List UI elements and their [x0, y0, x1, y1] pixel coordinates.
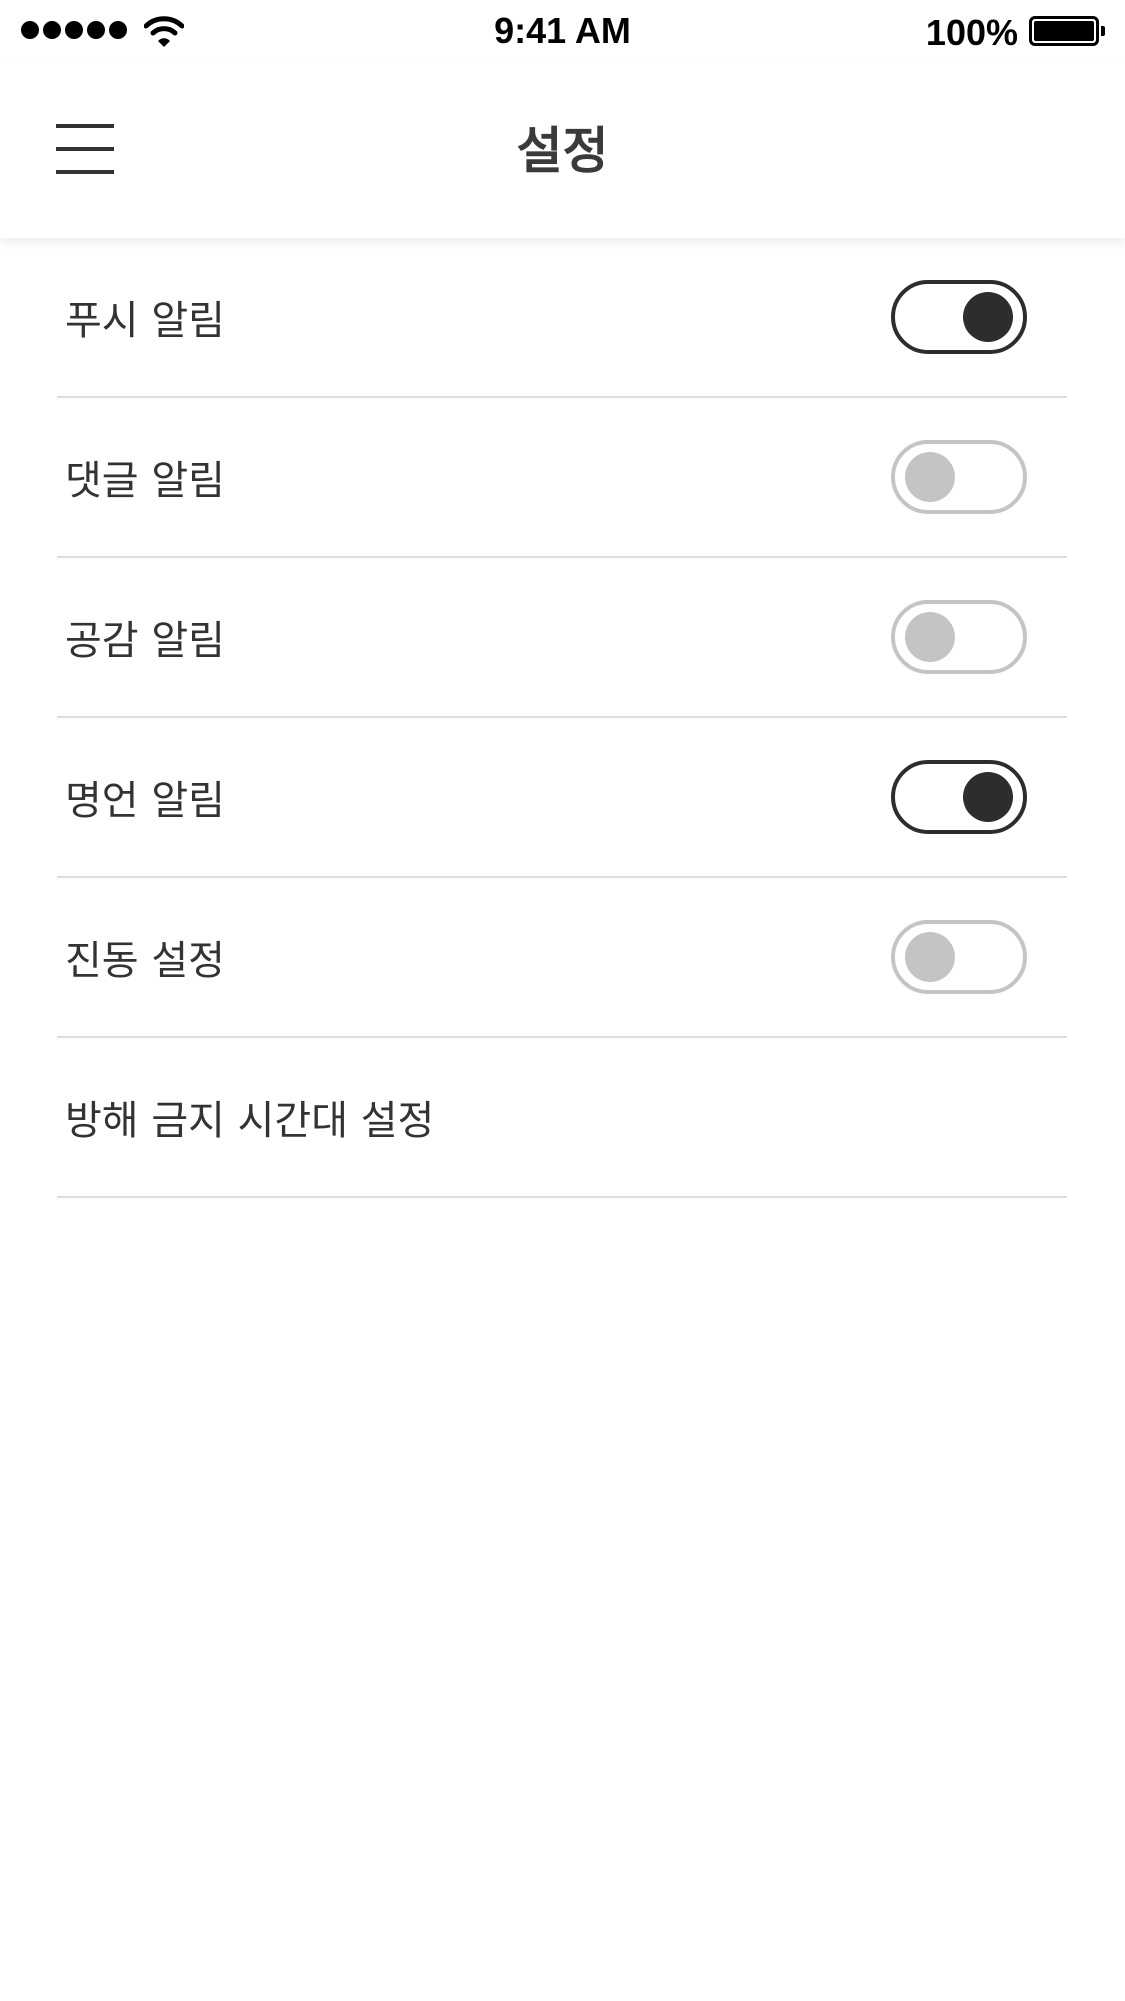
- settings-list: 푸시 알림 댓글 알림 공감 알림 명언 알림 진동 설정 방해 금지 시간대 …: [57, 238, 1067, 1198]
- setting-row-do-not-disturb[interactable]: 방해 금지 시간대 설정: [57, 1038, 1067, 1198]
- battery-icon: [1029, 16, 1105, 46]
- setting-label: 공감 알림: [65, 618, 225, 664]
- vibration-toggle[interactable]: [891, 920, 1027, 994]
- push-notification-toggle[interactable]: [891, 280, 1027, 354]
- toggle-knob: [963, 292, 1013, 342]
- toggle-knob: [963, 772, 1013, 822]
- toggle-knob: [905, 932, 955, 982]
- status-bar: 9:41 AM 100%: [0, 0, 1125, 64]
- setting-row-comment: 댓글 알림: [57, 398, 1067, 558]
- setting-label: 댓글 알림: [65, 458, 225, 504]
- quote-notification-toggle[interactable]: [891, 760, 1027, 834]
- setting-label: 방해 금지 시간대 설정: [65, 1098, 435, 1144]
- setting-row-like: 공감 알림: [57, 558, 1067, 718]
- settings-screen: 9:41 AM 100% 설정 푸시 알림 댓글 알림 공감 알림 명언 알림 …: [0, 0, 1125, 2001]
- setting-label: 명언 알림: [65, 778, 225, 824]
- setting-row-push: 푸시 알림: [57, 238, 1067, 398]
- setting-label: 진동 설정: [65, 938, 225, 984]
- battery-percent: 100%: [925, 12, 1018, 53]
- page-title: 설정: [516, 122, 609, 180]
- toggle-knob: [905, 452, 955, 502]
- comment-notification-toggle[interactable]: [891, 440, 1027, 514]
- toggle-knob: [905, 612, 955, 662]
- setting-row-vibration: 진동 설정: [57, 878, 1067, 1038]
- setting-label: 푸시 알림: [65, 298, 225, 344]
- like-notification-toggle[interactable]: [891, 600, 1027, 674]
- header: 설정: [0, 64, 1125, 238]
- setting-row-quote: 명언 알림: [57, 718, 1067, 878]
